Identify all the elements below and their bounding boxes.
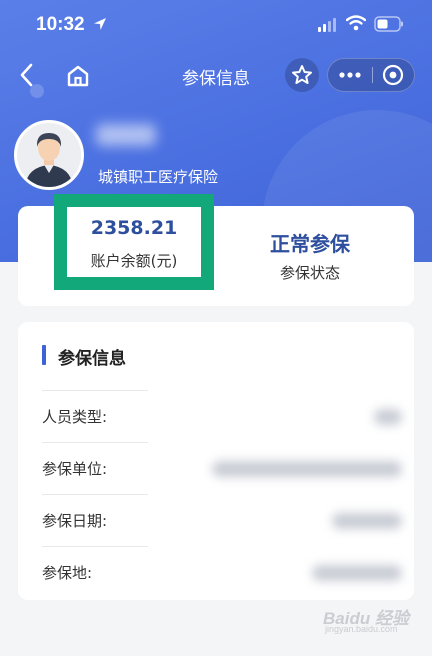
row-label: 参保地: (42, 564, 93, 582)
row-value-redacted (312, 565, 402, 581)
baidu-watermark: Baidu 经验 jingyan.baidu.com (313, 600, 423, 640)
close-button[interactable] (373, 59, 415, 91)
row-divider (42, 546, 148, 547)
info-row-insured-unit: 参保单位: (42, 442, 410, 494)
info-row-insured-date: 参保日期: (42, 494, 410, 546)
location-arrow-icon (94, 18, 106, 30)
user-name-redacted (96, 124, 156, 146)
account-balance-highlight[interactable]: 2358.21 账户余额(元) (54, 194, 214, 290)
account-balance-value: 2358.21 (90, 217, 178, 239)
section-accent-bar (42, 345, 46, 365)
status-bar: 10:32 (0, 0, 432, 52)
section-title: 参保信息 (58, 349, 126, 369)
info-row-person-type: 人员类型: (42, 390, 410, 442)
info-row-insured-place: 参保地: (42, 546, 410, 598)
summary-card: 2358.21 账户余额(元) 正常参保 参保状态 (18, 194, 414, 306)
row-label: 参保单位: (42, 460, 108, 478)
battery-icon (374, 16, 403, 32)
account-balance-label: 账户余额(元) (90, 252, 178, 270)
row-value-redacted (374, 409, 402, 425)
insurance-info-card: 参保信息 人员类型: 参保单位: 参保日期: 参保地: (18, 322, 414, 600)
avatar (14, 120, 84, 190)
more-button[interactable] (328, 59, 372, 91)
navigation-bar: 参保信息 (0, 56, 432, 94)
row-label: 人员类型: (42, 408, 108, 426)
row-divider (42, 494, 148, 495)
avatar-icon (17, 123, 81, 187)
close-target-icon (382, 64, 404, 86)
row-label: 参保日期: (42, 512, 108, 530)
row-value-redacted (212, 461, 402, 477)
wifi-icon (346, 15, 366, 31)
more-dots-icon (339, 72, 361, 78)
mini-program-capsule (327, 58, 415, 92)
star-icon (292, 65, 312, 84)
row-divider (42, 442, 148, 443)
favorite-button[interactable] (285, 58, 319, 92)
row-divider (42, 390, 148, 391)
signal-icon (318, 18, 336, 32)
watermark-subtext: jingyan.baidu.com (325, 624, 398, 634)
insurance-status-value: 正常参保 (270, 232, 350, 256)
insurance-status-label: 参保状态 (279, 264, 340, 282)
insurance-type-label: 城镇职工医疗保险 (98, 168, 219, 186)
status-time: 10:32 (36, 14, 85, 35)
row-value-redacted (332, 513, 402, 529)
